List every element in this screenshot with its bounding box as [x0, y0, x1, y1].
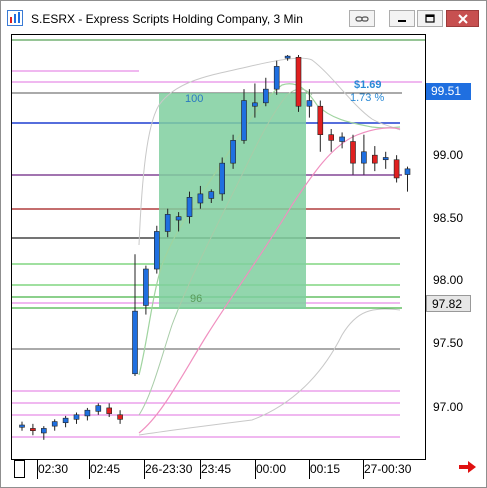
- secondary-price-box: 97.82: [426, 295, 471, 312]
- price-label: 97.00: [433, 400, 464, 414]
- candle-down: [30, 428, 36, 431]
- price-label: 98.00: [433, 273, 464, 287]
- candle-up: [143, 268, 149, 306]
- title-bar[interactable]: S.ESRX - Express Scripts Holding Company…: [1, 1, 486, 31]
- scroll-handle[interactable]: [14, 460, 25, 478]
- link-icon: [355, 15, 369, 22]
- candle-up: [361, 151, 367, 164]
- candle-up: [154, 231, 160, 270]
- time-label: 27-00:30: [364, 462, 412, 476]
- candle-down: [350, 141, 356, 164]
- candle-up: [252, 102, 258, 107]
- right-arrow-icon[interactable]: [458, 459, 478, 475]
- candle-up: [219, 162, 225, 195]
- candle-up: [339, 136, 345, 142]
- minimize-icon: [398, 19, 406, 22]
- candle-up: [95, 405, 102, 412]
- restore-icon: [425, 13, 435, 23]
- candle-up: [208, 191, 215, 199]
- box-count-label: 100: [185, 93, 203, 105]
- time-label: 26-23:30: [145, 462, 193, 476]
- current-price-box: 99.51: [426, 83, 471, 100]
- chart-app-icon: [7, 10, 23, 26]
- candle-up: [284, 55, 291, 59]
- price-chart[interactable]: 100 96 $1.69 1.73 %: [11, 34, 426, 460]
- candle-down: [317, 105, 324, 135]
- candle-up: [263, 88, 269, 104]
- candle-down: [371, 154, 378, 164]
- candle-up: [273, 66, 280, 90]
- candle-up: [186, 197, 193, 217]
- profit-label: $1.69: [354, 79, 382, 91]
- lower-band-curve: [138, 308, 401, 436]
- time-axis[interactable]: 02:30 02:45 26-23:30 23:45 00:00 00:15 2…: [11, 459, 424, 479]
- restore-button[interactable]: [417, 10, 443, 27]
- candle-up: [382, 157, 389, 161]
- candle-down: [328, 134, 335, 141]
- candle-up: [51, 421, 58, 427]
- candle-up: [19, 424, 25, 428]
- close-icon: [457, 13, 468, 24]
- time-label: 02:45: [90, 462, 121, 476]
- candle-up: [62, 417, 69, 424]
- close-button[interactable]: [446, 10, 479, 27]
- chart-window: S.ESRX - Express Scripts Holding Company…: [0, 0, 487, 488]
- candle-up: [40, 428, 47, 434]
- candle-up: [84, 409, 91, 417]
- minimize-button[interactable]: [389, 10, 415, 27]
- candle-up: [241, 100, 247, 141]
- candle-down: [393, 159, 400, 179]
- time-label: 23:45: [201, 462, 232, 476]
- price-label: 99.00: [433, 148, 464, 162]
- candle-up: [404, 168, 411, 175]
- candle-up: [73, 414, 80, 420]
- candle-up: [230, 140, 236, 164]
- candle-up: [164, 214, 171, 232]
- candle-down: [106, 407, 112, 414]
- window-title: S.ESRX - Express Scripts Holding Company…: [31, 12, 303, 26]
- candle-down: [295, 56, 302, 107]
- time-label: 00:15: [310, 462, 341, 476]
- time-label: 02:30: [38, 462, 69, 476]
- price-axis[interactable]: 99.51 99.00 98.50 98.00 97.82 97.50 97.0…: [425, 34, 481, 458]
- chart-canvas[interactable]: 100 96 $1.69 1.73 %: [12, 35, 425, 459]
- candle-up: [132, 310, 138, 375]
- candle-up: [306, 100, 313, 107]
- box-low-label: 96: [190, 293, 202, 305]
- price-label: 97.50: [433, 336, 464, 350]
- candle-up: [175, 216, 182, 221]
- link-button[interactable]: [349, 10, 375, 27]
- percent-label: 1.73 %: [350, 92, 384, 104]
- measurement-box: [159, 93, 306, 309]
- candle-up: [197, 193, 204, 204]
- candle-down: [117, 414, 123, 420]
- price-label: 98.50: [433, 211, 464, 225]
- time-label: 00:00: [256, 462, 287, 476]
